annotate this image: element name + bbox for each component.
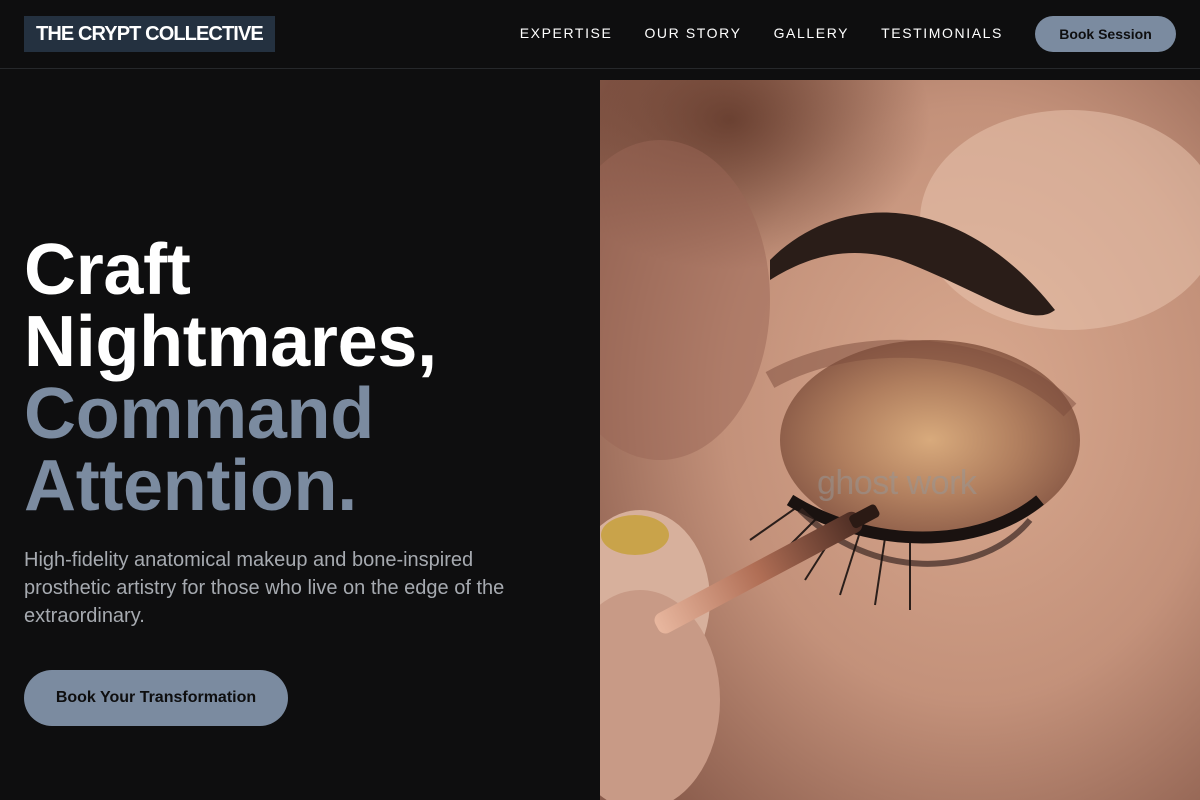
hero-image: ghost work: [600, 80, 1200, 800]
nav-links: EXPERTISE OUR STORY GALLERY TESTIMONIALS: [520, 24, 1003, 42]
book-transformation-button[interactable]: Book Your Transformation: [24, 670, 288, 726]
nav-link-expertise[interactable]: EXPERTISE: [520, 24, 613, 42]
hero-text: Craft Nightmares, Command Attention.: [24, 234, 584, 522]
top-nav: THE CRYPT COLLECTIVE EXPERTISE OUR STORY…: [0, 0, 1200, 69]
hero-subtitle: High-fidelity anatomical makeup and bone…: [24, 549, 505, 627]
headline-line-1: Craft: [24, 230, 191, 310]
eye-makeup-illustration: [600, 80, 1200, 800]
headline-line-2: Nightmares,: [24, 302, 437, 382]
book-session-button[interactable]: Book Session: [1035, 16, 1176, 52]
nav-link-gallery[interactable]: GALLERY: [774, 24, 850, 42]
headline-line-4: Attention.: [24, 446, 357, 526]
nav-link-testimonials[interactable]: TESTIMONIALS: [881, 24, 1003, 42]
image-watermark: ghost work: [817, 464, 977, 502]
nav-link-our-story[interactable]: OUR STORY: [644, 24, 741, 42]
brand-logo[interactable]: THE CRYPT COLLECTIVE: [24, 16, 275, 52]
hero-headline: Craft Nightmares, Command Attention.: [24, 234, 584, 522]
headline-line-3: Command: [24, 374, 374, 454]
